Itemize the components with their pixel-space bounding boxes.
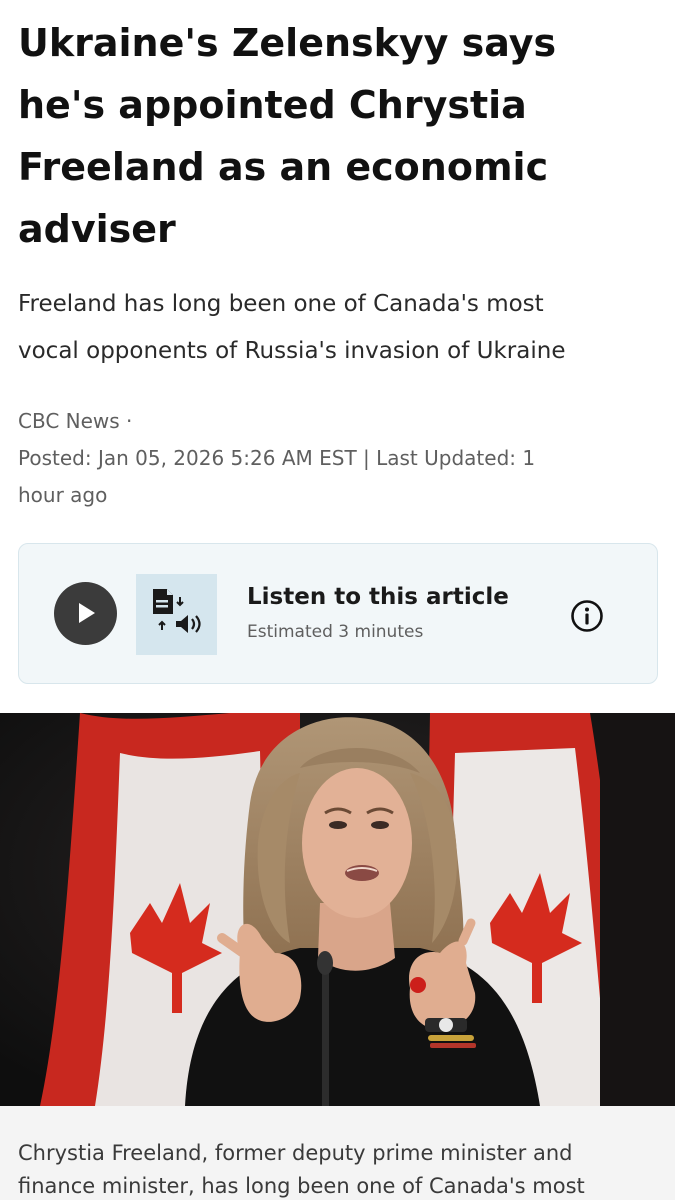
headline-line: he's appointed Chrystia — [18, 83, 527, 127]
play-icon — [79, 603, 95, 623]
byline-dates: Posted: Jan 05, 2026 5:26 AM EST | Last … — [18, 446, 536, 470]
headline-line: Freeland as an economic — [18, 145, 549, 189]
headline: Ukraine's Zelenskyy says he's appointed … — [18, 12, 658, 260]
article-photo — [0, 713, 675, 1106]
listen-title[interactable]: Listen to this article — [247, 582, 509, 612]
listen-duration: Estimated 3 minutes — [247, 622, 424, 642]
byline: CBC News · Posted: Jan 05, 2026 5:26 AM … — [18, 403, 658, 514]
byline-source[interactable]: CBC News · — [18, 403, 658, 440]
caption-line: Chrystia Freeland, former deputy prime m… — [18, 1141, 573, 1165]
info-icon[interactable] — [570, 599, 604, 633]
play-button[interactable] — [54, 582, 117, 645]
caption-line: finance minister, has long been one of C… — [18, 1174, 585, 1198]
photo-caption: Chrystia Freeland, former deputy prime m… — [0, 1106, 675, 1200]
article: Ukraine's Zelenskyy says he's appointed … — [0, 0, 675, 1200]
deck-line: Freeland has long been one of Canada's m… — [18, 291, 544, 317]
deck-line: vocal opponents of Russia's invasion of … — [18, 338, 566, 364]
headline-line: Ukraine's Zelenskyy says — [18, 21, 557, 65]
article-deck: Freeland has long been one of Canada's m… — [18, 281, 668, 375]
byline-dates-cont: hour ago — [18, 483, 108, 507]
headline-line: adviser — [18, 207, 176, 251]
listen-to-article-card: Listen to this article Estimated 3 minut… — [18, 543, 658, 684]
text-to-speech-icon — [136, 574, 217, 655]
